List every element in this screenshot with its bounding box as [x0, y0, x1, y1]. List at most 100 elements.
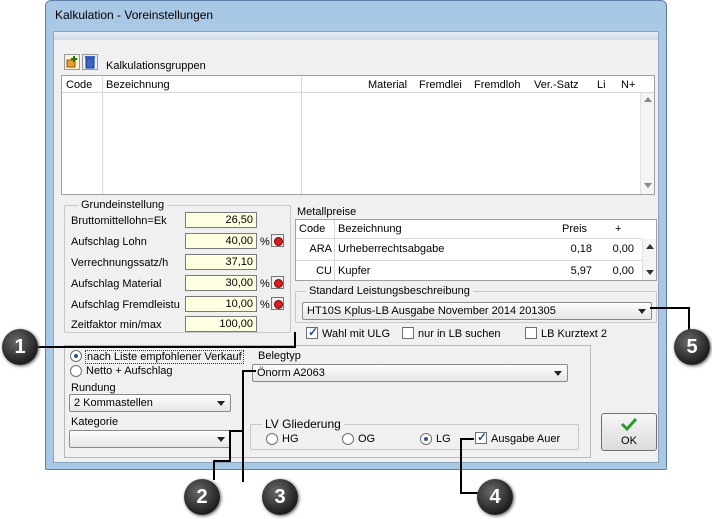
callout-1-line-vert — [294, 332, 296, 348]
col-n-plus[interactable]: N+ — [621, 79, 635, 91]
lv-og-label: OG — [358, 433, 376, 445]
col-bezeichnung[interactable]: Bezeichnung — [106, 79, 170, 91]
metallpreise-label: Metallpreise — [297, 206, 357, 218]
aufschlag-material-input[interactable]: 30,00 — [185, 275, 257, 291]
preis-liste-radio[interactable] — [70, 350, 82, 362]
col-material[interactable]: Material — [368, 79, 407, 91]
bruttomittellohn-label: Bruttomittellohn=Ek — [71, 215, 167, 227]
preis-liste-label: nach Liste empfohlener Verkauf — [85, 350, 244, 364]
aufschlag-fremdleistung-red-icon[interactable] — [271, 297, 284, 310]
callout-2: 2 — [184, 479, 220, 515]
metal-table-scrollbar[interactable] — [642, 239, 656, 280]
col-fremdloh[interactable]: Fremdloh — [474, 79, 520, 91]
table-row[interactable]: CU Kupfer 5,97 0,00 — [296, 261, 642, 281]
aufschlag-fremdleistung-input[interactable]: 10,00 — [185, 296, 257, 312]
aufschlag-fremdleistung-label: Aufschlag Fremdleistu — [71, 299, 180, 311]
table-row[interactable]: ARA Urheberrechtsabgabe 0,18 0,00 — [296, 239, 642, 259]
col-fremdlei[interactable]: Fremdlei — [419, 79, 462, 91]
standard-lb-value: HT10S Kplus-LB Ausgabe November 2014 201… — [307, 305, 556, 317]
metal-col-preis[interactable]: Preis — [562, 223, 587, 235]
metal-code: CU — [316, 265, 332, 277]
standard-lb-select[interactable]: HT10S Kplus-LB Ausgabe November 2014 201… — [302, 302, 652, 320]
zeitfaktor-input[interactable]: 100,00 — [185, 316, 257, 332]
aufschlag-fremdleistung-unit: % — [260, 299, 270, 311]
lv-gliederung-legend: LV Gliederung — [262, 417, 344, 431]
metal-col-plus[interactable]: + — [615, 223, 621, 235]
rundung-select[interactable]: 2 Kommastellen — [69, 394, 231, 412]
metal-col-code[interactable]: Code — [299, 223, 325, 235]
col-ver-satz[interactable]: Ver.-Satz — [534, 79, 579, 91]
lv-og-radio[interactable] — [342, 433, 354, 445]
rundung-value: 2 Kommastellen — [74, 397, 153, 409]
ausgabe-auer-label: Ausgabe Auer — [491, 433, 561, 445]
metallpreise-table[interactable]: Code Bezeichnung Preis + ARA Urheberrech… — [295, 219, 657, 281]
bruttomittellohn-input[interactable]: 26,50 — [185, 212, 257, 228]
kalkulationsgruppen-label: Kalkulationsgruppen — [106, 60, 206, 72]
metal-name: Kupfer — [338, 265, 371, 277]
verrechnungssatz-input[interactable]: 37,10 — [185, 254, 257, 270]
kategorie-select[interactable] — [69, 430, 231, 448]
dialog-client: Kalkulationsgruppen Code Bezeichnung Mat… — [53, 31, 659, 463]
callout-5: 5 — [674, 329, 710, 365]
callout-4: 4 — [477, 479, 513, 515]
aufschlag-material-unit: % — [260, 278, 270, 290]
callout-4-line-top — [460, 438, 474, 440]
dialog-window: Kalkulation - Voreinstellungen Kalkulati… — [45, 0, 667, 470]
nur-in-lb-checkbox[interactable] — [402, 327, 414, 339]
chevron-down-icon — [638, 309, 646, 314]
callout-1: 1 — [2, 329, 38, 365]
metal-name: Urheberrechtsabgabe — [338, 243, 445, 255]
callout-4-line-v1 — [460, 438, 462, 493]
chevron-down-icon — [217, 437, 225, 442]
toolbar-band — [54, 32, 658, 40]
aufschlag-lohn-label: Aufschlag Lohn — [71, 236, 147, 248]
rundung-label: Rundung — [71, 382, 116, 394]
netto-aufschlag-radio[interactable] — [70, 365, 82, 377]
scroll-down-icon[interactable] — [646, 270, 654, 275]
kategorie-label: Kategorie — [71, 416, 119, 428]
callout-3: 3 — [262, 479, 298, 515]
metal-code: ARA — [309, 243, 332, 255]
callout-2-line-v2 — [229, 430, 231, 462]
lb-kurztext-label: LB Kurztext 2 — [541, 328, 608, 340]
lv-hg-radio[interactable] — [266, 433, 278, 445]
ausgabe-auer-checkbox[interactable] — [475, 430, 487, 444]
netto-aufschlag-label: Netto + Aufschlag — [86, 365, 173, 377]
aufschlag-lohn-red-icon[interactable] — [271, 234, 284, 247]
callout-2-line-top — [229, 430, 243, 432]
standard-lb-legend: Standard Leistungsbeschreibung — [306, 285, 473, 297]
belegtyp-select[interactable]: Önorm A2063 — [252, 364, 568, 382]
metal-plus: 0,00 — [612, 265, 634, 277]
aufschlag-lohn-input[interactable]: 40,00 — [185, 233, 257, 249]
aufschlag-material-label: Aufschlag Material — [71, 278, 162, 290]
scroll-up-icon[interactable] — [644, 97, 652, 102]
lv-lg-label: LG — [436, 433, 451, 445]
metal-preis: 5,97 — [570, 265, 592, 277]
checkmark-icon — [620, 417, 638, 431]
group-table-scrollbar[interactable] — [640, 93, 654, 194]
col-li[interactable]: Li — [597, 79, 606, 91]
window-title: Kalkulation - Voreinstellungen — [55, 8, 214, 22]
scroll-up-icon[interactable] — [646, 244, 654, 249]
belegtyp-value: Önorm A2063 — [257, 367, 325, 379]
belegtyp-label: Belegtyp — [258, 350, 301, 362]
aufschlag-material-red-icon[interactable] — [271, 276, 284, 289]
verrechnungssatz-label: Verrechnungssatz/h — [71, 257, 169, 269]
kalkulationsgruppen-table[interactable]: Code Bezeichnung Material Fremdlei Fremd… — [61, 75, 655, 195]
nur-in-lb-label: nur in LB suchen — [418, 328, 501, 340]
ok-label: OK — [621, 435, 637, 447]
add-group-icon[interactable] — [64, 54, 80, 70]
callout-2-line-h — [213, 460, 231, 462]
metal-col-bezeichnung[interactable]: Bezeichnung — [338, 223, 402, 235]
aufschlag-lohn-unit: % — [260, 236, 270, 248]
grundeinstellung-legend: Grundeinstellung — [78, 199, 168, 211]
callout-5-line-h — [650, 307, 690, 309]
col-code[interactable]: Code — [66, 79, 92, 91]
ok-button[interactable]: OK — [601, 413, 657, 451]
callout-2-line-v1 — [213, 460, 215, 480]
delete-group-icon[interactable] — [82, 54, 98, 70]
lb-kurztext-checkbox[interactable] — [525, 327, 537, 339]
scroll-down-icon[interactable] — [644, 183, 652, 188]
lv-lg-radio[interactable] — [420, 433, 432, 445]
wahl-mit-ulg-checkbox[interactable] — [306, 325, 318, 339]
